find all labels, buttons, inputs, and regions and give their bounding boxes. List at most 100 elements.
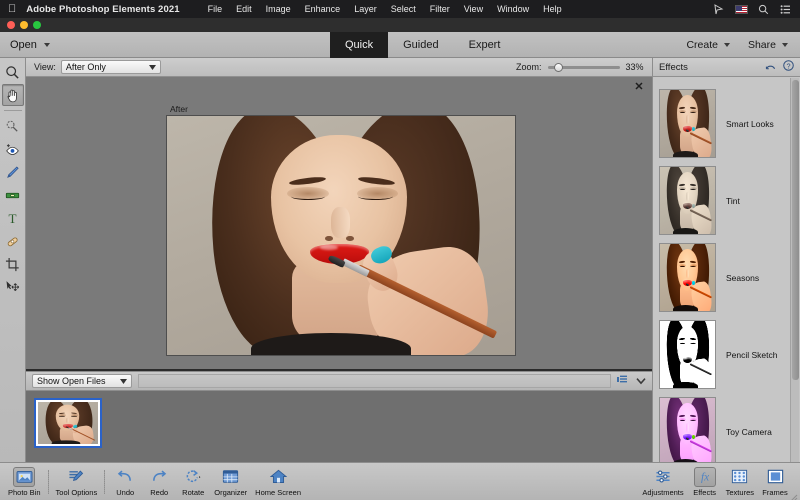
- bin-options-icon[interactable]: [617, 372, 628, 390]
- zoom-button[interactable]: [33, 21, 41, 29]
- organizer-button[interactable]: Organizer: [210, 467, 251, 497]
- red-eye-removal-tool[interactable]: [2, 138, 24, 160]
- effects-list[interactable]: Smart Looks Tint: [653, 77, 800, 462]
- control-center-icon[interactable]: [780, 4, 792, 15]
- toolbar-right-group: Create Share: [686, 39, 800, 51]
- quick-selection-tool[interactable]: [2, 115, 24, 137]
- straighten-tool[interactable]: [2, 184, 24, 206]
- help-icon[interactable]: ?: [783, 60, 794, 74]
- effect-thumbnail: [659, 89, 716, 158]
- close-icon[interactable]: ✕: [634, 82, 644, 92]
- portrait-illustration: [167, 116, 515, 355]
- canvas-view-title: After: [170, 104, 188, 114]
- effect-item-seasons[interactable]: Seasons: [653, 239, 800, 316]
- photoshop-elements-window:  Adobe Photoshop Elements 2021 File Edi…: [0, 0, 800, 500]
- photo-bin-pane[interactable]: [26, 391, 652, 462]
- tool-options-button[interactable]: Tool Options: [52, 467, 102, 497]
- rotate-button[interactable]: Rotate: [176, 467, 210, 497]
- effects-scrollbar[interactable]: [790, 78, 799, 462]
- effect-item-toy-camera[interactable]: Toy Camera: [653, 393, 800, 462]
- type-tool[interactable]: T: [2, 207, 24, 229]
- menu-item-view[interactable]: View: [464, 4, 483, 14]
- mode-tabs: Quick Guided Expert: [330, 32, 515, 58]
- application-title: Adobe Photoshop Elements 2021: [26, 4, 179, 15]
- svg-text:fx: fx: [701, 472, 709, 484]
- chevron-down-icon: [110, 376, 127, 386]
- tool-options-label: Tool Options: [56, 488, 98, 497]
- divider: [48, 470, 49, 494]
- home-icon: [267, 467, 289, 487]
- home-screen-button[interactable]: Home Screen: [251, 467, 305, 497]
- tab-quick[interactable]: Quick: [330, 32, 388, 58]
- zoom-slider[interactable]: [548, 61, 620, 73]
- zoom-label: Zoom:: [516, 62, 542, 72]
- menu-item-file[interactable]: File: [208, 4, 223, 14]
- view-mode-select[interactable]: After Only: [61, 60, 161, 74]
- menu-item-layer[interactable]: Layer: [354, 4, 377, 14]
- organizer-label: Organizer: [214, 488, 247, 497]
- redo-button[interactable]: Redo: [142, 467, 176, 497]
- reset-icon[interactable]: [765, 61, 776, 74]
- tab-expert[interactable]: Expert: [454, 32, 516, 58]
- adjustments-icon: [652, 467, 674, 487]
- photo-bin-button[interactable]: Photo Bin: [4, 467, 45, 497]
- share-button[interactable]: Share: [748, 39, 788, 51]
- create-button[interactable]: Create: [686, 39, 730, 51]
- effect-label: Pencil Sketch: [726, 350, 778, 360]
- menu-item-enhance[interactable]: Enhance: [305, 4, 341, 14]
- hand-tool[interactable]: [2, 84, 24, 106]
- tab-guided[interactable]: Guided: [388, 32, 453, 58]
- close-button[interactable]: [7, 21, 15, 29]
- effect-label: Seasons: [726, 273, 759, 283]
- effect-thumbnail: [659, 397, 716, 462]
- adjustments-button[interactable]: Adjustments: [638, 467, 687, 497]
- frames-label: Frames: [762, 488, 787, 497]
- resize-grip-icon[interactable]: [788, 489, 798, 499]
- crop-tool[interactable]: [2, 253, 24, 275]
- organizer-icon: [220, 467, 242, 487]
- undo-button[interactable]: Undo: [108, 467, 142, 497]
- apple-logo-icon[interactable]: : [8, 4, 16, 15]
- tool-divider: [4, 110, 22, 111]
- move-tool[interactable]: [2, 276, 24, 298]
- menu-item-filter[interactable]: Filter: [430, 4, 450, 14]
- effect-item-tint[interactable]: Tint: [653, 162, 800, 239]
- chevron-down-icon[interactable]: [636, 372, 646, 390]
- open-file-thumbnail[interactable]: [34, 398, 102, 448]
- effect-label: Smart Looks: [726, 119, 774, 129]
- svg-text:T: T: [8, 211, 16, 226]
- canvas-workspace[interactable]: After ✕: [26, 77, 652, 369]
- tab-guided-label: Guided: [403, 39, 438, 51]
- menu-item-image[interactable]: Image: [266, 4, 291, 14]
- photo-bin-filter-select[interactable]: Show Open Files: [32, 374, 132, 388]
- open-button[interactable]: Open: [10, 39, 50, 51]
- photo-bin-icon: [13, 467, 35, 487]
- effect-item-pencil-sketch[interactable]: Pencil Sketch: [653, 316, 800, 393]
- svg-text:?: ?: [786, 61, 790, 70]
- zoom-tool[interactable]: [2, 61, 24, 83]
- redo-icon: [148, 467, 170, 487]
- minimize-button[interactable]: [20, 21, 28, 29]
- undo-icon: [114, 467, 136, 487]
- menu-item-window[interactable]: Window: [497, 4, 529, 14]
- whiten-teeth-tool[interactable]: [2, 161, 24, 183]
- effects-button[interactable]: fx Effects: [688, 467, 722, 497]
- menu-item-edit[interactable]: Edit: [236, 4, 252, 14]
- frames-button[interactable]: Frames: [758, 467, 792, 497]
- textures-button[interactable]: Textures: [722, 467, 758, 497]
- canvas-image[interactable]: [166, 115, 516, 356]
- view-mode-value: After Only: [66, 62, 106, 72]
- zoom-slider-handle[interactable]: [554, 63, 563, 72]
- menu-item-select[interactable]: Select: [391, 4, 416, 14]
- menu-item-help[interactable]: Help: [543, 4, 562, 14]
- siri-icon[interactable]: [713, 4, 725, 15]
- spot-healing-tool[interactable]: [2, 230, 24, 252]
- zoom-control: Zoom: 33%: [516, 61, 648, 73]
- divider: [104, 470, 105, 494]
- effect-item-smart-looks[interactable]: Smart Looks: [653, 85, 800, 162]
- us-flag-icon[interactable]: [735, 5, 748, 14]
- scrollbar-thumb[interactable]: [792, 80, 799, 380]
- menu-bar-status-icons: [713, 4, 800, 15]
- tab-quick-label: Quick: [345, 39, 373, 51]
- spotlight-search-icon[interactable]: [758, 4, 770, 15]
